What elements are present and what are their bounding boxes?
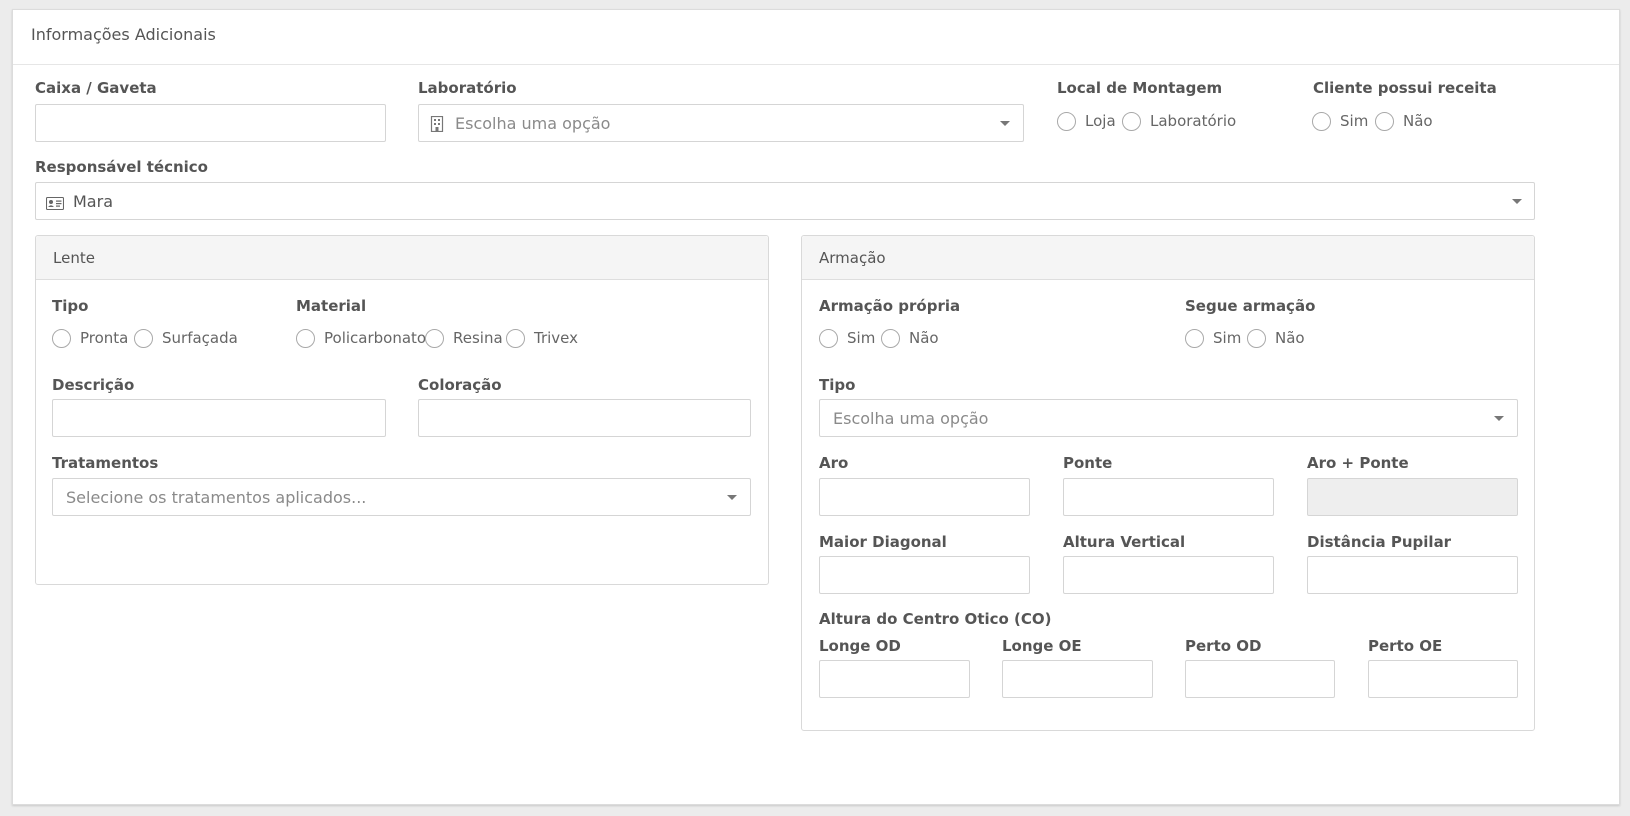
radio-circle[interactable] (52, 328, 71, 348)
longe-od-label: Longe OD (819, 637, 901, 655)
radio-circle[interactable] (1247, 328, 1266, 348)
local-loja-radio[interactable]: Loja (1057, 110, 1116, 132)
responsavel-tecnico-select[interactable]: Mara (35, 182, 1535, 220)
lente-box-header: Lente (36, 236, 768, 280)
radio-label: Sim (847, 329, 876, 347)
perto-od-label: Perto OD (1185, 637, 1262, 655)
distancia-pupilar-input[interactable] (1307, 556, 1518, 594)
caret-down-icon (1494, 416, 1504, 421)
responsavel-value: Mara (73, 192, 113, 211)
local-montagem-label: Local de Montagem (1057, 79, 1223, 97)
radio-label: Loja (1085, 112, 1116, 130)
material-policarbonato-radio[interactable]: Policarbonato (296, 327, 426, 349)
longe-oe-label: Longe OE (1002, 637, 1082, 655)
radio-circle[interactable] (1375, 111, 1394, 131)
ponte-label: Ponte (1063, 454, 1113, 472)
longe-oe-input[interactable] (1002, 660, 1153, 698)
segue-armacao-label: Segue armação (1185, 297, 1316, 315)
radio-circle[interactable] (881, 328, 900, 348)
armacao-propria-label: Armação própria (819, 297, 961, 315)
radio-label: Pronta (80, 329, 129, 347)
radio-circle[interactable] (819, 328, 838, 348)
tratamentos-select[interactable]: Selecione os tratamentos aplicados... (52, 478, 751, 516)
radio-circle[interactable] (1122, 111, 1141, 131)
coloracao-input[interactable] (418, 399, 751, 437)
radio-circle[interactable] (425, 328, 444, 348)
laboratorio-label: Laboratório (418, 79, 517, 97)
aro-label: Aro (819, 454, 849, 472)
radio-circle[interactable] (506, 328, 525, 348)
aro-input[interactable] (819, 478, 1030, 516)
tratamentos-placeholder: Selecione os tratamentos aplicados... (66, 488, 367, 507)
radio-circle[interactable] (1185, 328, 1204, 348)
propria-nao-radio[interactable]: Não (881, 327, 939, 349)
material-label: Material (296, 297, 367, 315)
lente-title: Lente (53, 249, 95, 267)
descricao-label: Descrição (52, 376, 135, 394)
caixa-gaveta-label: Caixa / Gaveta (35, 79, 157, 97)
laboratorio-placeholder: Escolha uma opção (455, 114, 611, 133)
armacao-tipo-placeholder: Escolha uma opção (833, 409, 989, 428)
altura-vertical-label: Altura Vertical (1063, 533, 1186, 551)
radio-label: Laboratório (1150, 112, 1237, 130)
ponte-input[interactable] (1063, 478, 1274, 516)
armacao-tipo-select[interactable]: Escolha uma opção (819, 399, 1518, 437)
perto-oe-input[interactable] (1368, 660, 1518, 698)
panel-title: Informações Adicionais (31, 25, 216, 44)
cliente-receita-label: Cliente possui receita (1313, 79, 1497, 97)
radio-label: Trivex (534, 329, 579, 347)
building-icon (430, 115, 444, 136)
radio-label: Surfaçada (162, 329, 238, 347)
tratamentos-label: Tratamentos (52, 454, 159, 472)
caret-down-icon (727, 495, 737, 500)
armacao-box-header: Armação (802, 236, 1534, 280)
tipo-pronta-radio[interactable]: Pronta (52, 327, 128, 349)
centro-otico-label: Altura do Centro Otico (CO) (819, 610, 1052, 628)
radio-label: Policarbonato (324, 329, 427, 347)
tipo-surfacada-radio[interactable]: Surfaçada (134, 327, 238, 349)
descricao-input[interactable] (52, 399, 386, 437)
caret-down-icon (1000, 121, 1010, 126)
radio-label: Não (1275, 329, 1305, 347)
responsavel-tecnico-label: Responsável técnico (35, 158, 208, 176)
perto-oe-label: Perto OE (1368, 637, 1443, 655)
caret-down-icon (1512, 199, 1522, 204)
armacao-title: Armação (819, 249, 886, 267)
lente-tipo-label: Tipo (52, 297, 89, 315)
maior-diagonal-label: Maior Diagonal (819, 533, 947, 551)
radio-label: Não (909, 329, 939, 347)
distancia-pupilar-label: Distância Pupilar (1307, 533, 1452, 551)
coloracao-label: Coloração (418, 376, 502, 394)
radio-label: Sim (1213, 329, 1242, 347)
laboratorio-select[interactable]: Escolha uma opção (418, 104, 1024, 142)
radio-circle[interactable] (296, 328, 315, 348)
radio-label: Não (1403, 112, 1433, 130)
local-laboratorio-radio[interactable]: Laboratório (1122, 110, 1236, 132)
aro-ponte-label: Aro + Ponte (1307, 454, 1409, 472)
caixa-gaveta-input[interactable] (35, 104, 386, 142)
radio-label: Sim (1340, 112, 1369, 130)
altura-vertical-input[interactable] (1063, 556, 1274, 594)
radio-circle[interactable] (1057, 111, 1076, 131)
perto-od-input[interactable] (1185, 660, 1335, 698)
panel-header: Informações Adicionais (13, 10, 1619, 65)
propria-sim-radio[interactable]: Sim (819, 327, 875, 349)
armacao-tipo-label: Tipo (819, 376, 856, 394)
material-trivex-radio[interactable]: Trivex (506, 327, 578, 349)
radio-circle[interactable] (134, 328, 153, 348)
segue-nao-radio[interactable]: Não (1247, 327, 1305, 349)
radio-label: Resina (453, 329, 503, 347)
id-card-icon (45, 195, 65, 214)
segue-sim-radio[interactable]: Sim (1185, 327, 1241, 349)
maior-diagonal-input[interactable] (819, 556, 1030, 594)
longe-od-input[interactable] (819, 660, 970, 698)
aro-ponte-input (1307, 478, 1518, 516)
receita-sim-radio[interactable]: Sim (1312, 110, 1368, 132)
radio-circle[interactable] (1312, 111, 1331, 131)
material-resina-radio[interactable]: Resina (425, 327, 503, 349)
receita-nao-radio[interactable]: Não (1375, 110, 1433, 132)
